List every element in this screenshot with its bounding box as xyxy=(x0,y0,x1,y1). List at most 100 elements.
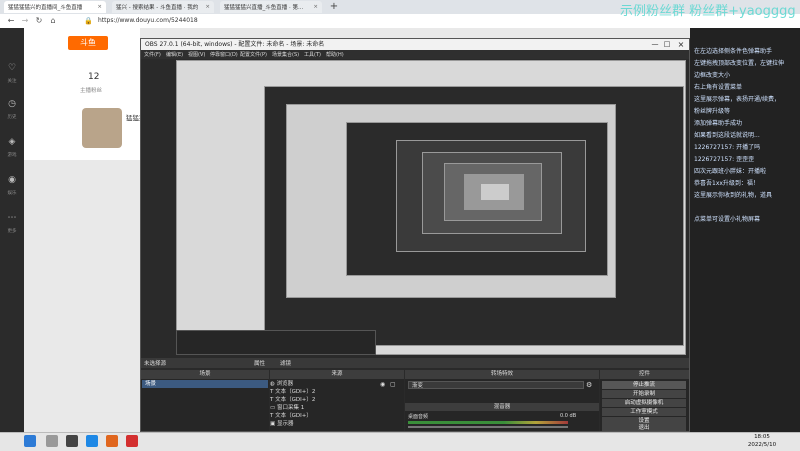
close-icon[interactable]: × xyxy=(676,39,686,50)
game-icon[interactable]: ◈ xyxy=(4,134,20,150)
nav-label-follow: 关注 xyxy=(7,79,17,84)
chat-line: 在左边选择侧条件色弹幕助手 xyxy=(694,48,773,55)
chat-line: 四次元跟班小胖妹：开播啦 xyxy=(694,168,767,175)
obs-title-bar: OBS 27.0.1 (64-bit, windows) - 配置文件: 未命名… xyxy=(141,39,689,50)
nav-label-game: 游戏 xyxy=(7,153,17,158)
refresh-icon[interactable]: ↻ xyxy=(34,16,44,26)
tab-label: 猛兴 - 搜索结果 - 斗鱼直播 · 我的 xyxy=(116,5,199,11)
mixer-header: 混音器 xyxy=(405,403,599,411)
heart-icon[interactable]: ♡ xyxy=(4,60,20,76)
tab-label: 猛猛猛猛兴直播_斗鱼直播 · 第... xyxy=(224,5,304,11)
source-item[interactable]: ▭ 窗口采集 1 xyxy=(270,404,400,412)
chat-line: 1226727157: 开播了吗 xyxy=(694,144,761,151)
clock[interactable]: 18:05 2022/5/10 xyxy=(742,433,782,449)
menu-tools[interactable]: 工具(T) xyxy=(304,51,321,58)
forward-icon[interactable]: → xyxy=(20,16,30,26)
mixer-channel-label: 桌面音频 xyxy=(408,414,429,420)
start-recording-button[interactable]: 开始录制 xyxy=(602,390,686,398)
scenes-dock-header: 场景 xyxy=(141,370,269,379)
followers-count: 12 xyxy=(88,72,100,82)
search-icon[interactable] xyxy=(46,435,58,447)
menu-dock[interactable]: 停靠窗口(D) xyxy=(210,51,238,58)
mixer-db: 0.0 dB xyxy=(560,413,577,419)
menu-edit[interactable]: 编辑(E) xyxy=(166,51,183,58)
clock-date: 2022/5/10 xyxy=(747,442,777,448)
chat-line: 这里展示弹幕，表扬开通/续费， xyxy=(694,96,781,103)
menu-profile[interactable]: 配置文件(P) xyxy=(240,51,267,58)
controls-dock-header: 控件 xyxy=(600,370,689,379)
preview-nested-taskbar xyxy=(176,330,376,355)
more-icon[interactable]: ⋯ xyxy=(4,210,20,226)
source-item[interactable]: T 文本（GDI+）2 xyxy=(270,396,400,404)
tab-label: 猛猛猛猛兴的直播间_斗鱼直播 xyxy=(8,5,83,11)
filters-button[interactable]: 滤镜 xyxy=(280,359,291,367)
chat-line: 这里展示你收到的礼物，道具 xyxy=(694,192,773,199)
chat-line: 如果看到这段话就说明... xyxy=(694,132,760,139)
menu-file[interactable]: 文件(F) xyxy=(144,51,161,58)
volume-slider[interactable] xyxy=(408,426,568,428)
followers-label: 主播粉丝 xyxy=(80,88,103,94)
new-tab-button[interactable]: + xyxy=(328,1,340,13)
lock-icon: 🔒 xyxy=(84,17,93,25)
close-icon[interactable]: × xyxy=(205,4,210,10)
windows-taskbar xyxy=(0,432,800,451)
volume-meter xyxy=(408,421,568,424)
settings-button[interactable]: 设置 xyxy=(602,417,686,425)
chat-line: 边框改变大小 xyxy=(694,72,731,79)
menu-scene-collection[interactable]: 场景集合(S) xyxy=(272,51,299,58)
history-icon[interactable]: ◷ xyxy=(4,96,20,112)
chat-line: 粉丝牌升级等 xyxy=(694,108,731,115)
menu-help[interactable]: 帮助(H) xyxy=(326,51,344,58)
entertainment-icon[interactable]: ◉ xyxy=(4,172,20,188)
edge-browser-icon[interactable] xyxy=(86,435,98,447)
chat-line: 添加弹幕助手成功 xyxy=(694,120,743,127)
close-icon[interactable]: × xyxy=(313,4,318,10)
obs-app-icon[interactable] xyxy=(66,435,78,447)
source-item[interactable]: T 文本（GDI+） xyxy=(270,412,400,420)
exit-button[interactable]: 退出 xyxy=(602,425,686,431)
transitions-dock-header: 转场特效 xyxy=(405,370,599,379)
app-icon[interactable] xyxy=(106,435,118,447)
nav-label-history: 历史 xyxy=(7,115,17,120)
no-source-label: 未选择源 xyxy=(144,361,167,367)
stop-stream-button[interactable]: 停止推流 xyxy=(602,381,686,389)
nav-label-fun: 娱乐 xyxy=(7,191,17,196)
eye-icon[interactable]: ◉ xyxy=(380,381,385,388)
home-icon[interactable]: ⌂ xyxy=(48,16,58,26)
studio-mode-button[interactable]: 工作室模式 xyxy=(602,408,686,416)
chat-line: 恭喜吾1xx升级到：福！ xyxy=(694,180,759,187)
source-item[interactable]: ▣ 显示器 xyxy=(270,420,400,428)
lock-icon[interactable]: ▢ xyxy=(390,381,396,388)
app-icon[interactable] xyxy=(126,435,138,447)
url-field[interactable]: https://www.douyu.com/5244018 xyxy=(98,16,658,26)
chat-line: 1226727157: 歪歪歪 xyxy=(694,156,755,163)
clock-time: 18:05 xyxy=(754,434,770,440)
close-icon[interactable]: × xyxy=(97,4,102,10)
scene-item[interactable]: 场景 xyxy=(142,380,268,388)
source-toolbar xyxy=(141,358,689,368)
windows-start-icon[interactable] xyxy=(24,435,36,447)
sources-dock-header: 来源 xyxy=(270,370,404,379)
browser-tab-3[interactable]: 猛猛猛猛兴直播_斗鱼直播 · 第... × xyxy=(220,1,322,13)
obs-title: OBS 27.0.1 (64-bit, windows) - 配置文件: 未命名… xyxy=(145,41,325,48)
browser-tab-1[interactable]: 猛猛猛猛兴的直播间_斗鱼直播 × xyxy=(4,1,106,13)
window-icon: ▭ xyxy=(270,405,277,411)
browser-tab-2[interactable]: 猛兴 - 搜索结果 - 斗鱼直播 · 我的 × xyxy=(112,1,214,13)
chat-line: 左键拖拽顶部改变位置，左键拉伸 xyxy=(694,60,785,67)
back-icon[interactable]: ← xyxy=(6,16,16,26)
douyu-logo: 斗鱼 xyxy=(68,36,108,50)
maximize-icon[interactable]: □ xyxy=(662,39,672,50)
streamer-avatar[interactable] xyxy=(82,108,122,148)
chat-line: 右上角有设置菜单 xyxy=(694,84,743,91)
minimize-icon[interactable]: — xyxy=(650,39,660,50)
chat-line: 点菜单可设置小礼物屏幕 xyxy=(694,216,761,223)
preview-capture-level-9 xyxy=(480,183,510,201)
virtual-camera-button[interactable]: 启动虚拟摄像机 xyxy=(602,399,686,407)
source-item[interactable]: T 文本（GDI+）2 xyxy=(270,388,400,396)
obs-preview[interactable] xyxy=(176,60,686,355)
transition-select[interactable]: 渐变 xyxy=(408,381,584,389)
properties-button[interactable]: 属性 xyxy=(254,359,265,367)
monitor-icon: ▣ xyxy=(270,421,277,427)
gear-icon[interactable]: ⚙ xyxy=(586,381,592,389)
menu-view[interactable]: 视图(V) xyxy=(188,51,205,58)
